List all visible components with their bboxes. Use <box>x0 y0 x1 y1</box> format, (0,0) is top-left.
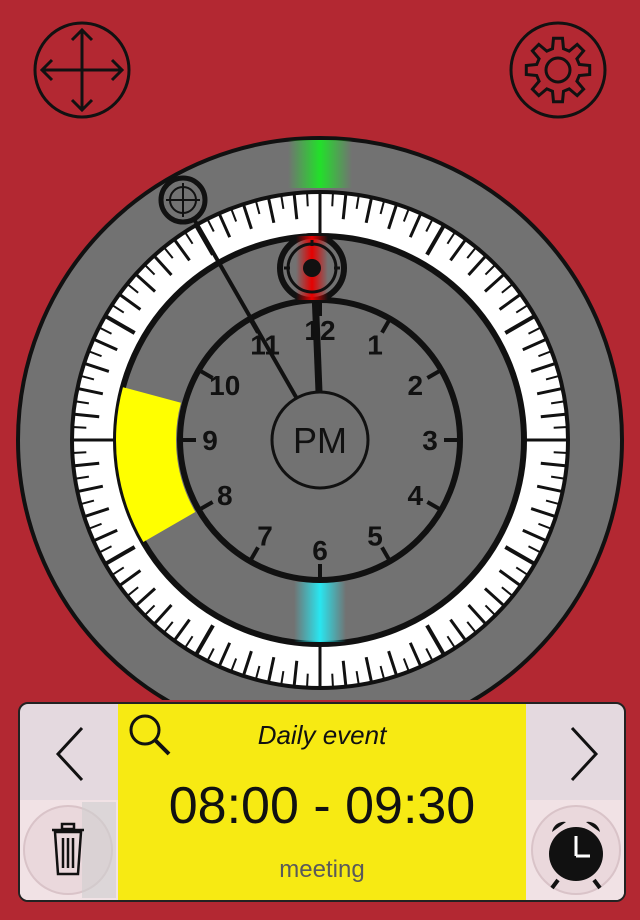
delete-event-button[interactable] <box>20 802 116 898</box>
trash-icon <box>52 822 84 876</box>
minute-tick <box>72 426 87 429</box>
clock-dial[interactable]: 121234567891011 PM <box>0 0 640 700</box>
hour-label: 2 <box>407 370 423 401</box>
hour-label: 6 <box>312 535 328 566</box>
alarm-button[interactable] <box>528 802 624 898</box>
hour-hand-knob[interactable] <box>277 233 347 303</box>
crosshair-icon[interactable] <box>158 175 208 225</box>
event-title: meeting <box>279 856 365 883</box>
period-label: PM <box>293 420 347 461</box>
hour-label: 3 <box>422 425 438 456</box>
top-marker <box>288 140 352 188</box>
hour-label: 8 <box>217 480 233 511</box>
hour-label: 1 <box>367 330 383 361</box>
bottom-marker <box>294 582 346 642</box>
hour-label: 9 <box>202 425 218 456</box>
event-time-range[interactable]: 08:00 - 09:30 <box>118 776 526 836</box>
previous-event-button[interactable] <box>24 714 114 794</box>
minute-tick <box>553 426 568 429</box>
minute-tick <box>306 192 309 207</box>
minute-tick <box>331 673 334 688</box>
event-type-label: Daily event <box>257 720 387 750</box>
minute-tick <box>72 451 87 454</box>
minute-tick <box>331 192 334 207</box>
hour-label: 4 <box>407 480 423 511</box>
minute-tick <box>306 673 309 688</box>
minute-tick <box>553 451 568 454</box>
hour-label: 10 <box>209 370 240 401</box>
chevron-left-icon <box>55 726 84 782</box>
period-badge[interactable]: PM <box>270 390 370 490</box>
next-event-button[interactable] <box>530 714 620 794</box>
hour-label: 5 <box>367 520 383 551</box>
hour-label: 7 <box>257 520 273 551</box>
hour-hand[interactable] <box>311 291 323 393</box>
chevron-right-icon <box>570 726 599 782</box>
event-panel: Daily event 08:00 - 09:30 meeting <box>18 702 626 902</box>
